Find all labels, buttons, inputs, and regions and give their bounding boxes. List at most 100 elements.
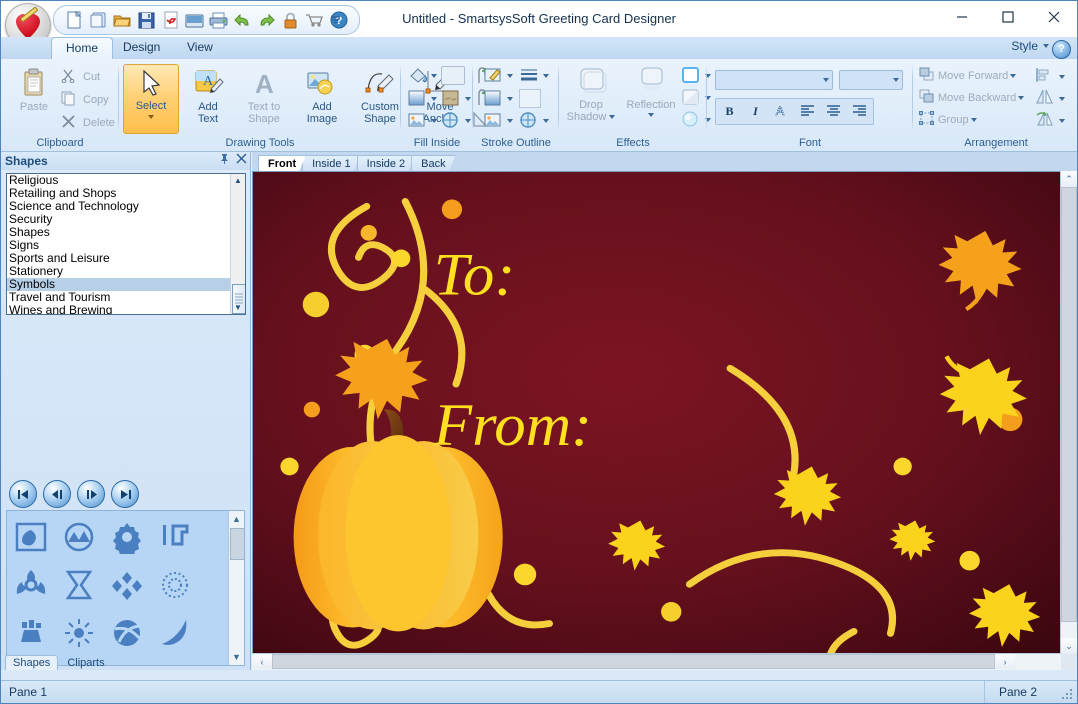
shape-grid-item[interactable] <box>56 610 102 656</box>
shape-grid-item[interactable] <box>56 562 102 608</box>
paste-button[interactable]: Paste <box>7 66 61 113</box>
status-bar: Pane 1 Pane 2 <box>1 680 1077 703</box>
move-forward-button[interactable]: Move Forward <box>919 67 1016 84</box>
shape-grid-item[interactable] <box>104 514 150 560</box>
shape-category-label: Retailing and Shops <box>9 186 116 200</box>
next-page-button[interactable] <box>77 480 105 508</box>
ribbon-tab-design[interactable]: Design <box>109 37 174 59</box>
shape-grid-scrollbar[interactable]: ▲ ▼ <box>228 511 244 665</box>
fill-swatch[interactable] <box>441 66 465 85</box>
shape-category-item[interactable]: Wines and Brewing <box>7 304 231 315</box>
maximize-button[interactable] <box>985 1 1031 33</box>
close-button[interactable] <box>1031 1 1077 33</box>
page-tab-back[interactable]: Back <box>411 155 455 171</box>
gradient-fill-button[interactable] <box>407 89 437 109</box>
window-controls <box>939 1 1077 33</box>
add-text-icon: A <box>192 68 224 100</box>
card-canvas[interactable]: To: From: <box>252 171 1061 654</box>
tab-cliparts[interactable]: Cliparts <box>60 656 111 670</box>
scroll-up-button[interactable]: ⌃ <box>1061 171 1077 187</box>
ribbon-help-icon[interactable]: ? <box>1052 40 1071 59</box>
shape-grid-item[interactable] <box>8 514 54 560</box>
drop-shadow-button[interactable]: Drop Shadow <box>565 64 617 123</box>
shape-grid-item[interactable] <box>56 514 102 560</box>
stroke-pattern-button[interactable] <box>519 111 549 131</box>
page-tab-back-label: Back <box>421 158 445 170</box>
stroke-gradient-button[interactable] <box>483 89 513 109</box>
flip-horizontal-button[interactable] <box>1035 89 1065 109</box>
shapes-panel-title: Shapes <box>5 154 48 168</box>
svg-text:A: A <box>776 104 784 117</box>
font-size-dropdown[interactable] <box>839 70 903 90</box>
page-tab-inside-1[interactable]: Inside 1 <box>302 155 361 171</box>
ribbon-tab-view[interactable]: View <box>173 37 227 59</box>
style-dropdown[interactable]: Style <box>1011 39 1049 53</box>
shape-grid-item[interactable] <box>152 610 198 656</box>
previous-page-button[interactable] <box>43 480 71 508</box>
shape-grid-item[interactable] <box>152 514 198 560</box>
stroke-swatch[interactable] <box>519 89 541 108</box>
add-image-button[interactable]: Add Image <box>295 66 349 125</box>
add-text-button[interactable]: A Add Text <box>181 66 235 125</box>
group-objects-icon <box>919 111 936 128</box>
rotate-button[interactable] <box>1035 111 1065 131</box>
canvas-vertical-scroll-thumb[interactable] <box>1061 187 1077 622</box>
text-effect-button[interactable]: A <box>769 100 794 123</box>
align-right-button[interactable] <box>847 100 872 123</box>
first-page-button[interactable] <box>9 480 37 508</box>
copy-button[interactable]: Copy <box>61 91 109 108</box>
outline-effect-icon <box>681 66 703 86</box>
move-backward-button[interactable]: Move Backward <box>919 89 1024 106</box>
stroke-picture-button[interactable] <box>483 111 513 131</box>
bold-button[interactable]: B <box>717 100 742 123</box>
font-name-dropdown[interactable] <box>715 70 833 90</box>
scroll-down-button[interactable]: ⌄ <box>1061 638 1077 654</box>
close-panel-button[interactable] <box>236 153 247 168</box>
scroll-up-icon[interactable]: ▲ <box>229 511 244 527</box>
scroll-right-button[interactable]: › <box>995 654 1015 669</box>
scroll-up-icon[interactable]: ▲ <box>231 174 245 187</box>
canvas-vertical-scrollbar[interactable]: ⌃ ⌄ <box>1060 171 1077 654</box>
page-tab-front[interactable]: Front <box>258 155 306 171</box>
group-button[interactable]: Group <box>919 111 977 128</box>
italic-button[interactable]: I <box>743 100 768 123</box>
text-to-shape-button[interactable]: A Text to Shape <box>237 66 291 125</box>
shape-grid-item[interactable] <box>152 562 198 608</box>
texture-fill-button[interactable] <box>441 89 471 109</box>
add-image-icon <box>306 68 338 100</box>
last-page-button[interactable] <box>111 480 139 508</box>
scroll-left-button[interactable]: ‹ <box>252 654 272 669</box>
canvas-horizontal-scrollbar[interactable]: ‹ › <box>252 653 1061 670</box>
shape-grid-item[interactable] <box>104 610 150 656</box>
shape-category-list[interactable]: ReligiousRetailing and ShopsScience and … <box>6 173 246 315</box>
reflection-button[interactable]: Reflection <box>621 64 681 117</box>
text-to-shape-label-2: Shape <box>248 113 280 125</box>
cut-button[interactable]: Cut <box>61 68 100 85</box>
ribbon-tab-home[interactable]: Home <box>51 37 113 60</box>
picture-fill-button[interactable] <box>407 111 437 131</box>
minimize-button[interactable] <box>939 1 985 33</box>
stroke-weight-button[interactable] <box>519 66 549 86</box>
shape-category-item[interactable]: Shapes <box>7 226 231 239</box>
select-tool-button[interactable]: Select <box>123 64 179 134</box>
canvas-horizontal-scroll-thumb[interactable] <box>272 654 995 669</box>
gear-shape <box>109 520 145 554</box>
resize-grip[interactable] <box>1060 687 1074 701</box>
align-center-button[interactable] <box>821 100 846 123</box>
tab-shapes[interactable]: Shapes <box>5 655 58 670</box>
pattern-fill-button[interactable] <box>441 111 471 131</box>
page-tab-inside-2[interactable]: Inside 2 <box>357 155 416 171</box>
scroll-down-icon[interactable]: ▼ <box>231 301 245 314</box>
fill-color-button[interactable] <box>407 66 437 86</box>
pin-panel-button[interactable] <box>219 153 230 168</box>
shape-category-label: Security <box>9 212 52 226</box>
shape-grid-item[interactable] <box>104 562 150 608</box>
align-left-button[interactable] <box>795 100 820 123</box>
shape-grid-item[interactable] <box>8 562 54 608</box>
shape-grid-item[interactable] <box>8 610 54 656</box>
align-objects-button[interactable] <box>1035 67 1065 87</box>
category-list-scrollbar[interactable]: ▲ ▼ <box>230 174 245 314</box>
delete-button[interactable]: Delete <box>61 114 115 131</box>
stroke-color-button[interactable] <box>483 66 513 86</box>
shape-grid-scroll-thumb[interactable] <box>230 528 245 560</box>
